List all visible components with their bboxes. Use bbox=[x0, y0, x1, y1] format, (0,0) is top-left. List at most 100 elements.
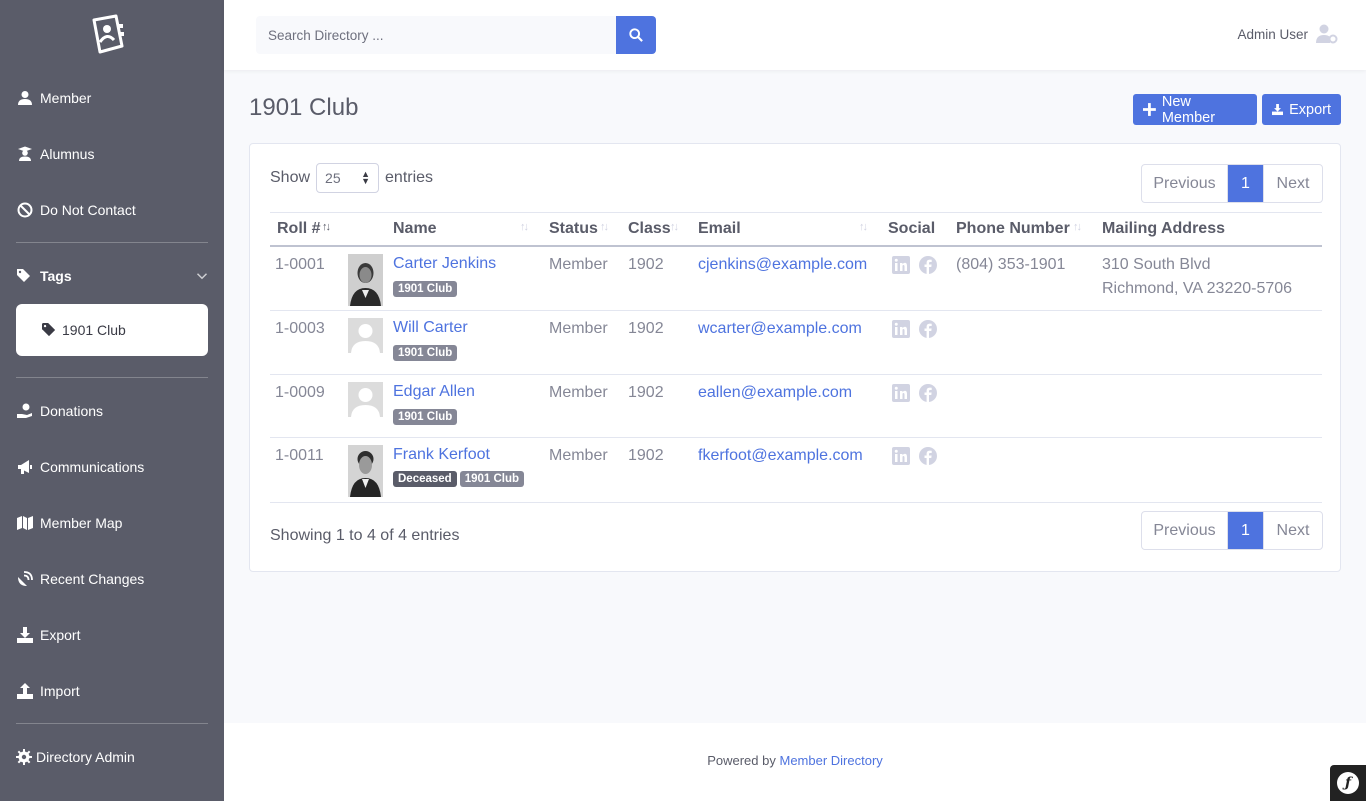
member-name-link[interactable]: Edgar Allen bbox=[393, 383, 475, 401]
col-social: Social bbox=[888, 220, 936, 237]
sidebar-item-label: 1901 Club bbox=[62, 322, 126, 338]
tags-icon bbox=[16, 268, 34, 284]
col-name[interactable]: Name bbox=[393, 220, 437, 238]
facebook-icon[interactable] bbox=[919, 384, 937, 402]
roll-number: 1-0009 bbox=[275, 384, 325, 401]
col-address: Mailing Address bbox=[1102, 220, 1225, 237]
cog-icon bbox=[16, 749, 32, 765]
facebook-icon[interactable] bbox=[919, 256, 937, 274]
tag-badge[interactable]: 1901 Club bbox=[393, 281, 458, 297]
sidebar-item-label: Import bbox=[40, 683, 80, 699]
member-email-link[interactable]: fkerfoot@example.com bbox=[698, 447, 863, 465]
next-page-button[interactable]: Next bbox=[1263, 512, 1322, 549]
sidebar-item-1901-club[interactable]: 1901 Club bbox=[16, 304, 208, 356]
sort-icon: ↑↓ bbox=[670, 221, 679, 233]
sidebar-item-member[interactable]: Member bbox=[16, 86, 91, 110]
export-button[interactable]: Export bbox=[1262, 94, 1341, 125]
member-photo-placeholder[interactable] bbox=[348, 318, 383, 353]
member-status: Member bbox=[549, 384, 608, 401]
member-class: 1902 bbox=[628, 447, 664, 464]
sidebar-item-label: Member Map bbox=[40, 515, 123, 531]
facebook-icon[interactable] bbox=[919, 447, 937, 465]
member-status: Member bbox=[549, 447, 608, 464]
member-class: 1902 bbox=[628, 384, 664, 401]
sidebar-divider bbox=[16, 723, 208, 724]
chevron-down-icon[interactable] bbox=[196, 270, 208, 282]
social-links bbox=[892, 256, 946, 274]
sidebar-item-label: Communications bbox=[40, 459, 145, 475]
page-length-select[interactable]: 25 ▲ ▼ bbox=[316, 163, 380, 193]
social-links bbox=[892, 447, 946, 465]
col-class[interactable]: Class bbox=[628, 220, 671, 238]
sidebar-item-member-map[interactable]: Member Map bbox=[16, 511, 122, 535]
linkedin-icon[interactable] bbox=[892, 447, 910, 465]
roll-number: 1-0003 bbox=[275, 320, 325, 337]
member-photo-placeholder[interactable] bbox=[348, 382, 383, 417]
member-email-link[interactable]: eallen@example.com bbox=[698, 384, 852, 402]
new-member-button[interactable]: New Member bbox=[1133, 93, 1257, 126]
member-email-link[interactable]: cjenkins@example.com bbox=[698, 256, 867, 274]
sidebar-item-recent-changes[interactable]: Recent Changes bbox=[16, 567, 144, 591]
tag-badge[interactable]: 1901 Club bbox=[393, 345, 458, 361]
page-length-control: Show 25 ▲ ▼ entries bbox=[270, 163, 433, 193]
linkedin-icon[interactable] bbox=[892, 384, 910, 402]
search-input[interactable] bbox=[256, 16, 616, 54]
new-member-label: New Member bbox=[1161, 93, 1216, 126]
facebook-icon[interactable] bbox=[919, 320, 937, 338]
col-roll[interactable]: Roll # bbox=[277, 220, 321, 238]
mailing-address-line2: Richmond, VA 23220-5706 bbox=[1102, 280, 1293, 297]
sidebar-item-do-not-contact[interactable]: Do Not Contact bbox=[16, 198, 136, 222]
col-phone[interactable]: Phone Number bbox=[956, 220, 1070, 238]
members-card: Show 25 ▲ ▼ entries Previous 1 Next Roll … bbox=[249, 143, 1341, 572]
member-photo[interactable] bbox=[348, 445, 383, 497]
tag-badge[interactable]: 1901 Club bbox=[459, 471, 525, 487]
member-name-link[interactable]: Carter Jenkins bbox=[393, 255, 496, 273]
sidebar-item-donations[interactable]: Donations bbox=[16, 399, 103, 423]
sidebar-item-communications[interactable]: Communications bbox=[16, 455, 144, 479]
sidebar-divider bbox=[16, 242, 208, 243]
sort-icon: ↑↓ bbox=[859, 221, 868, 233]
sidebar-item-export[interactable]: Export bbox=[16, 623, 80, 647]
sort-icon: ↑↓ bbox=[520, 221, 529, 233]
member-name-link[interactable]: Will Carter bbox=[393, 319, 468, 337]
table-row: 1-0003 Will Carter 1901 Club Member 1902… bbox=[270, 311, 1322, 375]
download-icon bbox=[16, 627, 34, 643]
col-email[interactable]: Email bbox=[698, 220, 741, 238]
contact-book-icon[interactable] bbox=[88, 14, 126, 54]
table-row: 1-0001 Carter Jenkins 1901 Club Member 1… bbox=[270, 247, 1322, 311]
page-1-button[interactable]: 1 bbox=[1228, 165, 1263, 202]
member-phone: (804) 353-1901 bbox=[956, 256, 1066, 273]
user-name: Admin User bbox=[1237, 26, 1308, 42]
member-name-link[interactable]: Frank Kerfoot bbox=[393, 446, 490, 464]
next-page-button[interactable]: Next bbox=[1263, 165, 1322, 202]
sidebar-item-alumnus[interactable]: Alumnus bbox=[16, 142, 94, 166]
tag-badge[interactable]: 1901 Club bbox=[393, 409, 458, 425]
user-menu[interactable]: Admin User bbox=[1237, 24, 1338, 44]
sort-asc-icon: ↑↓ bbox=[322, 221, 331, 233]
linkedin-icon[interactable] bbox=[892, 256, 910, 274]
member-photo[interactable] bbox=[348, 254, 383, 306]
member-status: Member bbox=[549, 320, 608, 337]
search-button[interactable] bbox=[616, 16, 656, 54]
col-status[interactable]: Status bbox=[549, 220, 598, 238]
graduate-icon bbox=[16, 146, 34, 162]
member-directory-link[interactable]: Member Directory bbox=[779, 753, 882, 768]
page-1-button[interactable]: 1 bbox=[1228, 512, 1263, 549]
page-length-value: 25 bbox=[325, 170, 341, 186]
page-title: 1901 Club bbox=[249, 94, 359, 121]
sidebar-item-tags[interactable]: Tags bbox=[16, 264, 208, 288]
sidebar-item-import[interactable]: Import bbox=[16, 679, 80, 703]
member-email-link[interactable]: wcarter@example.com bbox=[698, 320, 862, 338]
sidebar-divider bbox=[16, 377, 208, 378]
badge-group: Deceased 1901 Club bbox=[393, 471, 527, 487]
sort-icon: ↑↓ bbox=[1073, 221, 1082, 233]
download-icon bbox=[1272, 103, 1284, 116]
sidebar-item-label: Do Not Contact bbox=[40, 202, 136, 218]
linkedin-icon[interactable] bbox=[892, 320, 910, 338]
sidebar-item-label: Export bbox=[40, 627, 81, 643]
badge-group: 1901 Club bbox=[393, 281, 460, 297]
symfony-toolbar-icon[interactable]: ƒ bbox=[1330, 765, 1366, 801]
sidebar-item-directory-admin[interactable]: Directory Admin bbox=[16, 745, 135, 769]
previous-page-button[interactable]: Previous bbox=[1142, 165, 1228, 202]
previous-page-button[interactable]: Previous bbox=[1142, 512, 1228, 549]
